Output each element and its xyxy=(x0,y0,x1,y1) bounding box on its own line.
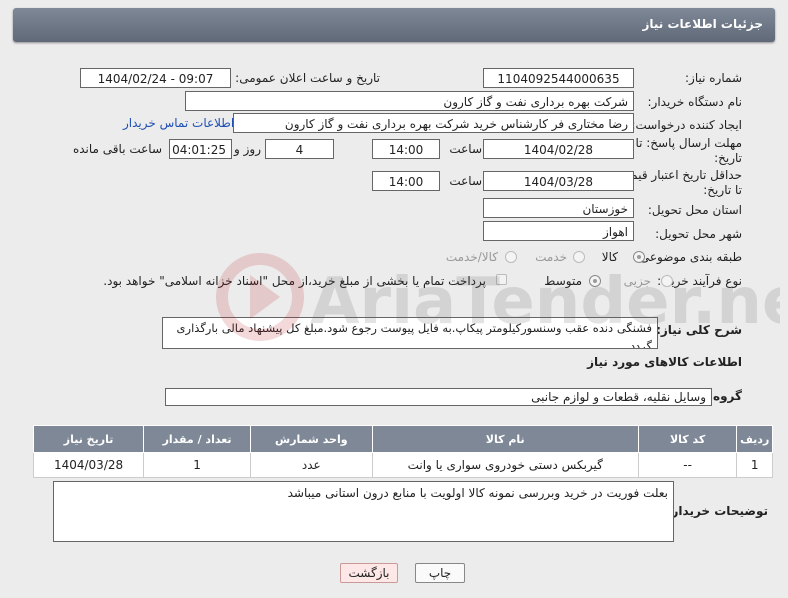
category-goods-radio[interactable] xyxy=(633,251,645,263)
hours-left-label: ساعت باقی مانده xyxy=(72,142,162,156)
price-valid-label-2: تا تاریخ: xyxy=(703,183,742,197)
city-field[interactable]: اهواز xyxy=(483,221,634,241)
back-button[interactable]: بازگشت xyxy=(340,563,398,583)
cell-code: -- xyxy=(637,452,738,478)
goods-info-heading: اطلاعات کالاهای مورد نیاز xyxy=(587,355,742,369)
cell-unit: عدد xyxy=(250,452,373,478)
reply-deadline-label: مهلت ارسال پاسخ: تا xyxy=(635,136,742,150)
print-button[interactable]: چاپ xyxy=(415,563,465,583)
page-title: جزئیات اطلاعات نیاز xyxy=(642,17,763,31)
buyer-notes-textarea[interactable]: بعلت فوریت در خرید وبررسی نمونه کالا اول… xyxy=(53,481,674,542)
description-text: فشنگی دنده عقب وسنسورکیلومتر پیکاپ.به فا… xyxy=(176,321,652,349)
category-label: طبقه بندی موضوعی: xyxy=(635,250,742,264)
col-name: نام کالا xyxy=(371,425,639,453)
requester-field[interactable]: رضا مختاری فر کارشناس خرید شرکت بهره برد… xyxy=(233,113,634,133)
reply-time-label: ساعت xyxy=(449,142,482,156)
announce-datetime-label: تاریخ و ساعت اعلان عمومی: xyxy=(235,71,380,85)
announce-datetime-field[interactable]: 1404/02/24 - 09:07 xyxy=(80,68,231,88)
cell-date: 1404/03/28 xyxy=(32,452,145,478)
cell-row: 1 xyxy=(736,452,773,478)
col-quantity: تعداد / مقدار xyxy=(143,425,252,453)
goods-table: ردیف کد کالا نام کالا واحد شمارش تعداد /… xyxy=(32,425,773,478)
category-both-label: کالا/خدمت xyxy=(445,250,498,264)
process-minor-label: جزیی xyxy=(623,274,651,288)
reply-time-field[interactable]: 14:00 xyxy=(372,139,440,159)
table-row: 1 -- گیربکس دستی خودروی سواری یا وانت عد… xyxy=(32,452,773,478)
price-time-label: ساعت xyxy=(449,174,482,188)
reply-date-field[interactable]: 1404/02/28 xyxy=(483,139,634,159)
cell-quantity: 1 xyxy=(143,452,252,478)
remaining-time-field[interactable]: 04:01:25 xyxy=(169,139,232,159)
city-label: شهر محل تحویل: xyxy=(655,227,742,241)
buyer-org-field[interactable]: شرکت بهره برداری نفت و گاز کارون xyxy=(185,91,634,111)
process-medium-radio[interactable] xyxy=(589,275,601,287)
category-service-label: خدمت xyxy=(535,250,567,264)
category-goods-label: کالا xyxy=(601,250,618,264)
goods-table-header: ردیف کد کالا نام کالا واحد شمارش تعداد /… xyxy=(32,425,773,453)
treasury-payment-note: پرداخت تمام یا بخشی از مبلغ خرید،از محل … xyxy=(103,274,486,288)
treasury-payment-checkbox[interactable] xyxy=(496,274,507,285)
description-textarea[interactable]: فشنگی دنده عقب وسنسورکیلومتر پیکاپ.به فا… xyxy=(162,317,658,349)
col-code: کد کالا xyxy=(637,425,738,453)
price-time-field[interactable]: 14:00 xyxy=(372,171,440,191)
buyer-contact-link[interactable]: اطلاعات تماس خریدار xyxy=(123,116,234,130)
process-medium-label: متوسط xyxy=(544,274,582,288)
category-both-radio[interactable] xyxy=(505,251,517,263)
process-minor-radio[interactable] xyxy=(661,275,673,287)
price-valid-label: حداقل تاریخ اعتبار قیمت: xyxy=(615,168,742,182)
days-field[interactable]: 4 xyxy=(265,139,334,159)
buyer-org-label: نام دستگاه خریدار: xyxy=(647,95,743,109)
buyer-notes-text: بعلت فوریت در خرید وبررسی نمونه کالا اول… xyxy=(287,486,668,500)
col-date: تاریخ نیاز xyxy=(32,425,145,453)
col-row: ردیف xyxy=(736,425,773,453)
cell-name: گیربکس دستی خودروی سواری یا وانت xyxy=(371,452,639,478)
need-number-field[interactable]: 1104092544000635 xyxy=(483,68,634,88)
need-number-label: شماره نیاز: xyxy=(685,71,742,85)
province-field[interactable]: خوزستان xyxy=(483,198,634,218)
description-label: شرح کلی نیاز: xyxy=(656,323,742,337)
day-and-label: روز و xyxy=(234,142,261,156)
buyer-notes-label: توضیحات خریدار: xyxy=(666,504,768,518)
goods-group-field[interactable]: وسایل نقلیه، قطعات و لوازم جانبی xyxy=(165,388,712,406)
requester-label: ایجاد کننده درخواست: xyxy=(631,118,742,132)
col-unit: واحد شمارش xyxy=(250,425,373,453)
category-service-radio[interactable] xyxy=(573,251,585,263)
page-header: جزئیات اطلاعات نیاز xyxy=(13,8,775,42)
price-date-field[interactable]: 1404/03/28 xyxy=(483,171,634,191)
reply-deadline-label-2: تاریخ: xyxy=(714,151,742,165)
province-label: استان محل تحویل: xyxy=(647,203,742,217)
